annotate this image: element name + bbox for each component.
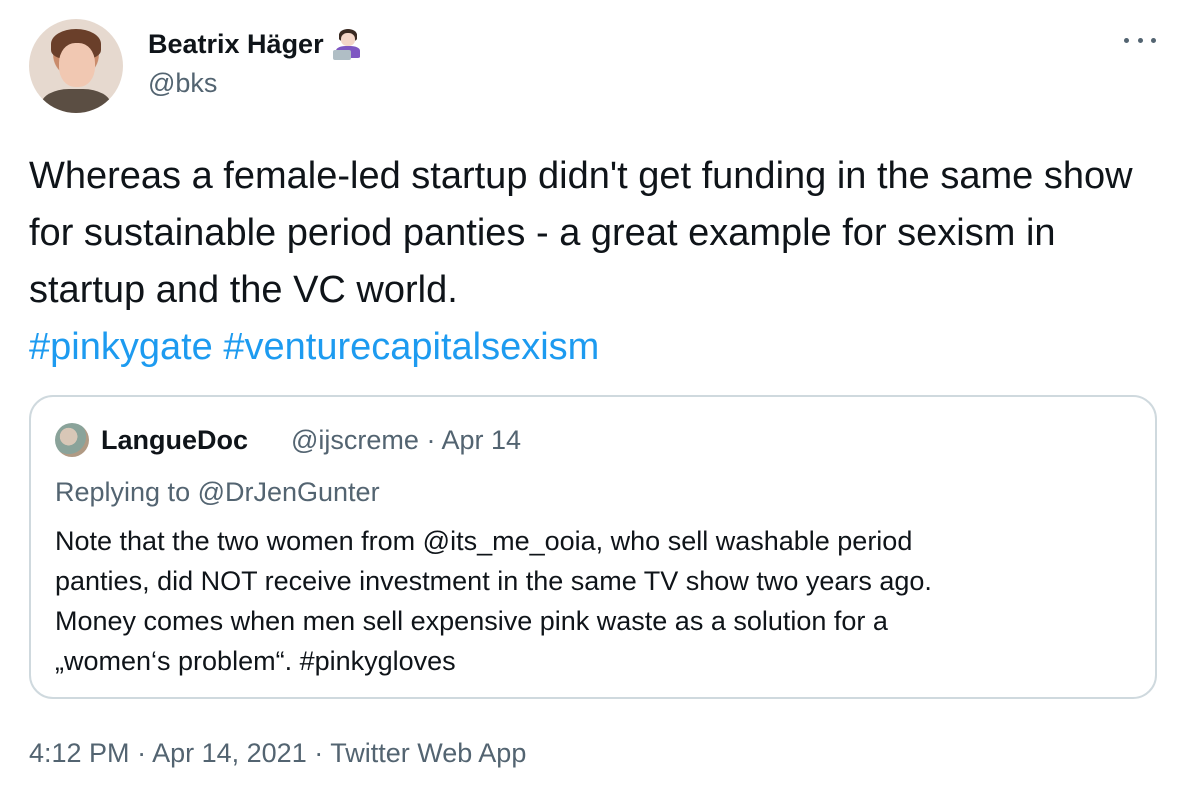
author-name-text: Beatrix Häger (148, 28, 324, 59)
hashtag-pinkygate[interactable]: #pinkygate (29, 326, 213, 368)
hashtag-venturecapitalsexism[interactable]: #venturecapitalsexism (223, 326, 599, 368)
woman-technologist-icon (332, 28, 364, 60)
quoted-date: Apr 14 (441, 425, 522, 455)
quoted-author-name: LangueDoc (101, 425, 249, 455)
author-name[interactable]: Beatrix Häger (148, 28, 364, 60)
quoted-replying-to: Replying to @DrJenGunter (55, 477, 380, 507)
tweet-source[interactable]: Twitter Web App (330, 738, 526, 768)
quoted-tweet-card[interactable]: LangueDoc @ijscreme · Apr 14 Replying to… (29, 395, 1157, 699)
tweet-meta-separator-2: · (314, 738, 324, 768)
tweet-text: Whereas a female-led startup didn't get … (29, 148, 1149, 376)
tweet-meta: 4:12 PM · Apr 14, 2021 · Twitter Web App (29, 738, 526, 769)
more-options-icon[interactable] (1124, 30, 1156, 50)
tweet-meta-separator-1: · (137, 738, 147, 768)
tweet-time[interactable]: 4:12 PM (29, 738, 130, 768)
avatar-shirt (41, 89, 111, 113)
author-handle[interactable]: @bks (148, 68, 217, 99)
quoted-author-avatar (55, 423, 89, 457)
tweet-date[interactable]: Apr 14, 2021 (152, 738, 307, 768)
quoted-author-handle: @ijscreme (291, 425, 419, 455)
quoted-separator: · (426, 425, 436, 455)
quoted-meta: @ijscreme · Apr 14 (291, 425, 521, 456)
quoted-body-line-2: panties, did NOT receive investment in t… (55, 566, 932, 596)
avatar-face (59, 43, 95, 87)
tweet-body: Whereas a female-led startup didn't get … (29, 155, 1133, 311)
quoted-body: Note that the two women from @its_me_ooi… (55, 521, 1125, 681)
quoted-body-line-1: Note that the two women from @its_me_ooi… (55, 526, 913, 556)
quoted-body-line-3: Money comes when men sell expensive pink… (55, 606, 888, 636)
quoted-body-line-4: „women‘s problem“. #pinkygloves (55, 646, 456, 676)
author-avatar[interactable] (29, 19, 123, 113)
